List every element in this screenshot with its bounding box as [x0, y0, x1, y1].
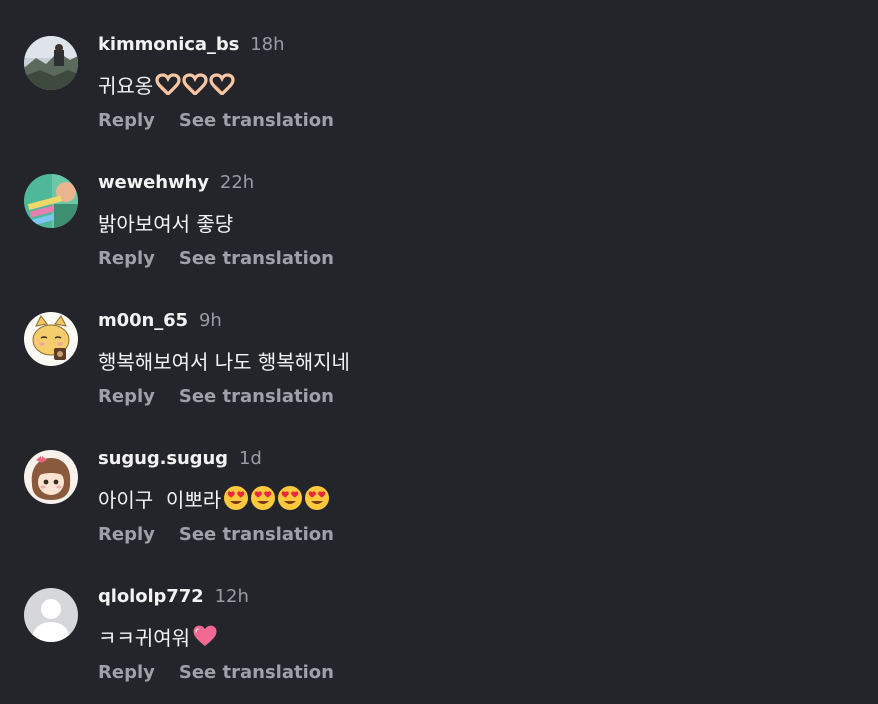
comment-list: kimmonica_bs 18h 귀요옹 Reply See translati… — [0, 0, 878, 697]
username[interactable]: wewehwhy — [98, 172, 209, 193]
default-avatar-icon — [24, 588, 78, 642]
reply-button[interactable]: Reply — [98, 248, 155, 269]
comment-body: 밝아보여서 좋댱 — [98, 211, 234, 236]
reply-button[interactable]: Reply — [98, 662, 155, 683]
see-translation-button[interactable]: See translation — [179, 386, 334, 407]
username[interactable]: m00n_65 — [98, 310, 188, 331]
username[interactable]: qlololp772 — [98, 586, 204, 607]
heart-eyes-icon — [251, 486, 276, 510]
username[interactable]: kimmonica_bs — [98, 34, 239, 55]
heart-eyes-icon — [278, 486, 303, 510]
comment-text: ㅋㅋ귀여워 — [98, 620, 219, 652]
timestamp: 12h — [214, 585, 249, 607]
avatar[interactable] — [24, 174, 78, 228]
emoji-group — [192, 624, 219, 648]
comment-text: 아이구 이뽀라 — [98, 482, 331, 514]
reply-button[interactable]: Reply — [98, 386, 155, 407]
comment-item: sugug.sugug 1d 아이구 이뽀라 Reply See transla… — [0, 446, 878, 566]
heart-eyes-icon — [224, 486, 249, 510]
comment-text: 행복해보여서 나도 행복해지네 — [98, 344, 350, 376]
heart-eyes-icon — [305, 486, 330, 510]
comment-item: kimmonica_bs 18h 귀요옹 Reply See translati… — [0, 32, 878, 152]
see-translation-button[interactable]: See translation — [179, 248, 334, 269]
heart-hands-icon — [155, 73, 181, 95]
comment-body: 행복해보여서 나도 행복해지네 — [98, 349, 350, 374]
timestamp: 18h — [250, 33, 285, 55]
comment-text: 밝아보여서 좋댱 — [98, 206, 233, 238]
emoji-group — [223, 485, 331, 511]
avatar[interactable] — [24, 450, 78, 504]
heart-hands-icon — [182, 73, 208, 95]
comment-text: 귀요옹 — [98, 68, 236, 100]
cat-avatar-icon — [24, 312, 78, 366]
see-translation-button[interactable]: See translation — [179, 662, 334, 683]
avatar[interactable] — [24, 36, 78, 90]
girl-avatar-icon — [24, 450, 78, 504]
see-translation-button[interactable]: See translation — [179, 110, 334, 131]
comment-body: ㅋㅋ귀여워 — [98, 625, 190, 650]
reply-button[interactable]: Reply — [98, 524, 155, 545]
pink-heart-icon — [193, 625, 217, 646]
timestamp: 9h — [198, 309, 222, 331]
comment-item: m00n_65 9h 행복해보여서 나도 행복해지네 Reply See tra… — [0, 308, 878, 428]
username[interactable]: sugug.sugug — [98, 448, 228, 469]
timestamp: 22h — [219, 171, 255, 193]
comment-item: wewehwhy 22h 밝아보여서 좋댱 Reply See translat… — [0, 170, 878, 290]
avatar[interactable] — [24, 312, 78, 366]
photo-avatar-icon — [24, 36, 78, 90]
see-translation-button[interactable]: See translation — [179, 524, 334, 545]
avatar[interactable] — [24, 588, 78, 642]
timestamp: 1d — [238, 447, 262, 469]
reply-button[interactable]: Reply — [98, 110, 155, 131]
comment-body: 아이구 이뽀라 — [98, 487, 222, 512]
colorful-avatar-icon — [24, 174, 78, 228]
comment-item: qlololp772 12h ㅋㅋ귀여워 Reply See translati… — [0, 584, 878, 704]
comment-body: 귀요옹 — [98, 73, 154, 98]
heart-hands-icon — [209, 73, 235, 95]
emoji-group — [155, 73, 236, 95]
